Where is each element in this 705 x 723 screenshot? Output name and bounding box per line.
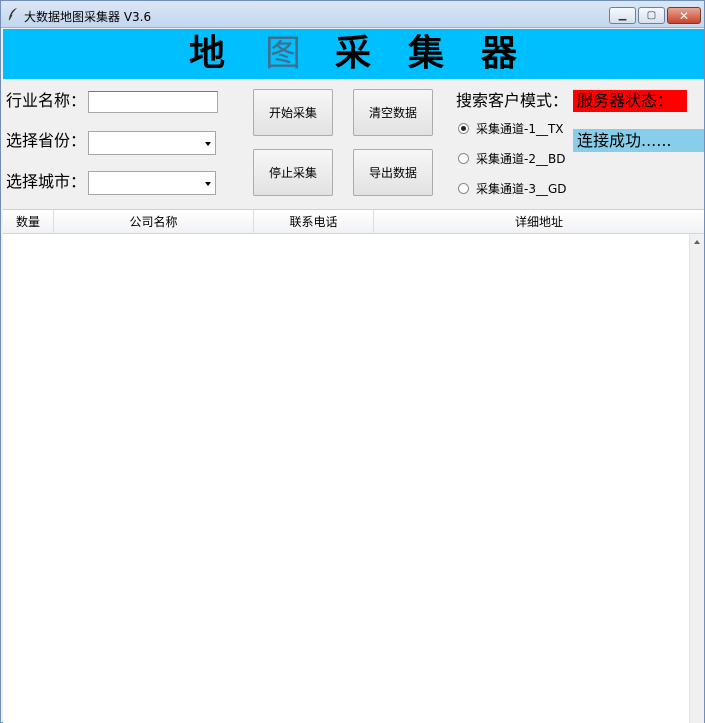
clear-button[interactable]: 清空数据	[353, 89, 433, 136]
radio-icon	[458, 153, 469, 164]
city-label: 选择城市：	[6, 172, 87, 191]
start-button[interactable]: 开始采集	[253, 89, 333, 136]
banner-char-1: 地	[189, 33, 226, 74]
mode-label: 搜索客户模式：	[456, 91, 569, 110]
banner-char-2: 图	[265, 33, 302, 74]
close-button[interactable]: ✕	[667, 7, 701, 24]
export-button[interactable]: 导出数据	[353, 149, 433, 196]
title-bar: 大数据地图采集器 V3.6 ▁ ▢ ✕	[1, 1, 704, 28]
scroll-up-icon[interactable]	[694, 240, 700, 244]
banner-char-4: 集	[408, 33, 445, 74]
banner-char-3: 采	[335, 33, 372, 74]
city-select[interactable]	[88, 171, 216, 195]
mode-option-label: 采集通道-1__TX	[476, 122, 564, 136]
radio-checked-icon	[458, 123, 469, 134]
column-header-count[interactable]: 数量	[3, 210, 54, 234]
chevron-down-icon	[205, 142, 211, 146]
province-label: 选择省份：	[6, 131, 87, 150]
column-header-address[interactable]: 详细地址	[374, 210, 704, 234]
maximize-icon: ▢	[646, 10, 657, 21]
feather-icon	[8, 8, 17, 21]
industry-input[interactable]	[88, 91, 218, 113]
mode-option-3[interactable]: 采集通道-3__GD	[458, 180, 567, 197]
radio-icon	[458, 183, 469, 194]
server-status-text: 连接成功......	[573, 129, 704, 152]
close-icon: ✕	[678, 8, 690, 23]
mode-option-1[interactable]: 采集通道-1__TX	[458, 120, 564, 137]
maximize-button[interactable]: ▢	[638, 7, 665, 24]
province-select[interactable]	[88, 131, 216, 155]
banner: 地 图 采 集 器	[3, 29, 704, 79]
mode-option-2[interactable]: 采集通道-2__BD	[458, 150, 565, 167]
mode-option-label: 采集通道-2__BD	[476, 152, 566, 166]
mode-option-label: 采集通道-3__GD	[476, 182, 567, 196]
vertical-scrollbar[interactable]	[689, 234, 704, 723]
banner-char-5: 器	[481, 33, 518, 74]
app-window: 大数据地图采集器 V3.6 ▁ ▢ ✕ 地 图 采 集 器 行业名称： 选择省份…	[0, 0, 705, 723]
table-header: 数量 公司名称 联系电话 详细地址	[3, 210, 704, 234]
window-title: 大数据地图采集器 V3.6	[24, 10, 152, 24]
industry-label: 行业名称：	[6, 91, 87, 110]
minimize-button[interactable]: ▁	[609, 7, 636, 24]
server-status-label: 服务器状态：	[573, 90, 687, 112]
chevron-down-icon	[205, 182, 211, 186]
minimize-icon: ▁	[618, 10, 627, 21]
stop-button[interactable]: 停止采集	[253, 149, 333, 196]
column-header-company[interactable]: 公司名称	[54, 210, 254, 234]
window-controls: ▁ ▢ ✕	[609, 7, 701, 24]
column-header-phone[interactable]: 联系电话	[254, 210, 374, 234]
results-table: 数量 公司名称 联系电话 详细地址	[3, 209, 704, 723]
table-body[interactable]	[3, 234, 689, 723]
